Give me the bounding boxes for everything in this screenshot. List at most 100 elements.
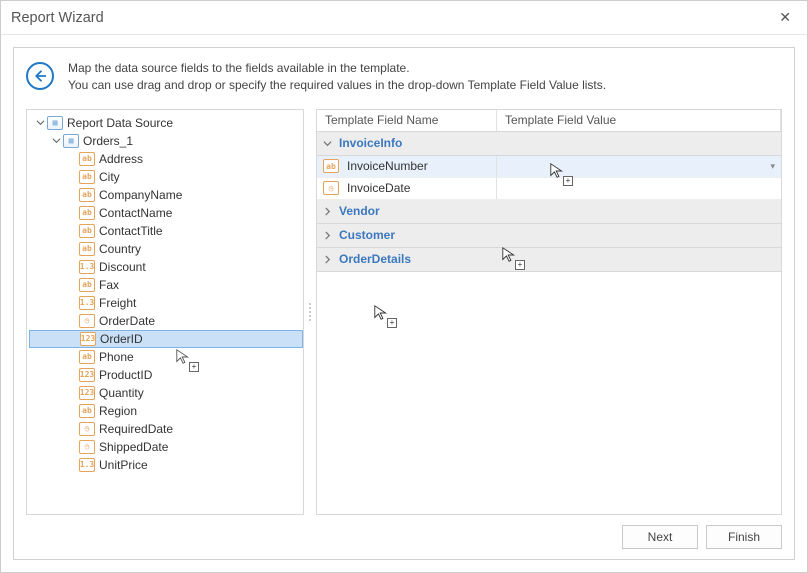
tree-field-row[interactable]: ab City: [29, 168, 303, 186]
grid-header-name[interactable]: Template Field Name: [317, 110, 497, 131]
chevron-right-icon: [323, 255, 333, 264]
number-icon: 123: [80, 332, 96, 346]
tree-field-row[interactable]: 1.3 Freight: [29, 294, 303, 312]
panels: ▦ Report Data Source ▦ Orders_1 ab Addres…: [26, 109, 782, 515]
wizard-window: Report Wizard ✕ Map the data source fiel…: [0, 0, 808, 573]
grid-body: InvoiceInfoab InvoiceNumber ▾ ◷ InvoiceDate V…: [317, 132, 781, 514]
text-icon: ab: [79, 224, 95, 238]
tree-field-label: Discount: [99, 260, 146, 274]
tree-field-row[interactable]: ab CompanyName: [29, 186, 303, 204]
tree-root-row[interactable]: ▦ Report Data Source: [29, 114, 303, 132]
tree-field-row[interactable]: ab Address: [29, 150, 303, 168]
chevron-right-icon: [323, 231, 333, 240]
tree-field-row[interactable]: ab Country: [29, 240, 303, 258]
tree-field-label: City: [99, 170, 120, 184]
tree-field-row[interactable]: 1.3 Discount: [29, 258, 303, 276]
date-icon: ◷: [79, 440, 95, 454]
text-icon: ab: [79, 188, 95, 202]
dropdown-arrow-icon: ▾: [770, 161, 775, 172]
expand-toggle[interactable]: [33, 118, 47, 127]
table-icon: ▦: [47, 116, 63, 130]
tree-field-label: RequiredDate: [99, 422, 173, 436]
back-button[interactable]: [26, 62, 54, 90]
close-icon[interactable]: ✕: [773, 5, 797, 30]
tree-field-label: CompanyName: [99, 188, 182, 202]
date-icon: ◷: [323, 181, 339, 195]
number-icon: 1.3: [79, 458, 95, 472]
window-title: Report Wizard: [11, 10, 104, 26]
group-label: InvoiceInfo: [339, 136, 402, 150]
source-tree-panel[interactable]: ▦ Report Data Source ▦ Orders_1 ab Addres…: [26, 109, 304, 515]
group-row[interactable]: Vendor: [317, 200, 781, 224]
group-row[interactable]: OrderDetails: [317, 248, 781, 272]
tree-field-label: Country: [99, 242, 141, 256]
number-icon: 123: [79, 368, 95, 382]
content: Map the data source fields to the fields…: [1, 35, 807, 572]
tree-field-row[interactable]: abRegion: [29, 402, 303, 420]
table-icon: ▦: [63, 134, 79, 148]
group-label: Customer: [339, 228, 395, 242]
splitter-grip-icon: [309, 303, 311, 321]
finish-button[interactable]: Finish: [706, 525, 782, 549]
tree-field-label: Freight: [99, 296, 136, 310]
template-field-name-cell: ab InvoiceNumber: [317, 156, 497, 177]
tree-field-row[interactable]: 123OrderID: [29, 330, 303, 348]
text-icon: ab: [79, 152, 95, 166]
template-field-row[interactable]: ◷ InvoiceDate: [317, 178, 781, 200]
chevron-down-icon: [323, 139, 333, 148]
chevron-right-icon: [323, 207, 333, 216]
number-icon: 1.3: [79, 296, 95, 310]
template-field-value-cell[interactable]: ▾: [497, 156, 781, 177]
text-icon: ab: [323, 159, 339, 173]
text-icon: ab: [79, 350, 95, 364]
drag-cursor-icon: [373, 304, 391, 325]
tree-field-row[interactable]: ab Phone: [29, 348, 303, 366]
tree-field-label: Quantity: [99, 386, 144, 400]
tree-field-label: ContactName: [99, 206, 172, 220]
tree-field-row[interactable]: abContactName: [29, 204, 303, 222]
template-field-label: InvoiceNumber: [347, 159, 428, 173]
intro-line-2: You can use drag and drop or specify the…: [68, 77, 606, 94]
tree-field-row[interactable]: 123 ProductID: [29, 366, 303, 384]
text-icon: ab: [79, 404, 95, 418]
number-icon: 1.3: [79, 260, 95, 274]
group-row[interactable]: InvoiceInfo: [317, 132, 781, 156]
drag-plus-icon: +: [387, 318, 397, 328]
footer: Next Finish: [26, 515, 782, 549]
template-field-value-cell[interactable]: [497, 178, 781, 199]
intro-text: Map the data source fields to the fields…: [68, 60, 606, 95]
tree-field-label: Address: [99, 152, 143, 166]
tree-field-row[interactable]: 123Quantity: [29, 384, 303, 402]
source-tree: ▦ Report Data Source ▦ Orders_1 ab Addres…: [27, 114, 303, 474]
tree-field-row[interactable]: abFax: [29, 276, 303, 294]
expand-toggle[interactable]: [49, 136, 63, 145]
splitter[interactable]: [304, 109, 316, 515]
tree-field-label: ProductID: [99, 368, 152, 382]
template-field-name-cell: ◷ InvoiceDate: [317, 178, 497, 199]
tree-field-row[interactable]: ◷ ShippedDate: [29, 438, 303, 456]
tree-field-row[interactable]: ◷RequiredDate: [29, 420, 303, 438]
tree-root-label: Report Data Source: [67, 116, 173, 130]
text-icon: ab: [79, 278, 95, 292]
tree-field-row[interactable]: ◷ OrderDate: [29, 312, 303, 330]
titlebar: Report Wizard ✕: [1, 1, 807, 35]
next-button[interactable]: Next: [622, 525, 698, 549]
tree-field-label: Phone: [99, 350, 134, 364]
template-grid-panel: Template Field Name Template Field Value…: [316, 109, 782, 515]
text-icon: ab: [79, 170, 95, 184]
tree-field-label: OrderDate: [99, 314, 155, 328]
arrow-left-icon: [31, 67, 49, 85]
grid-header: Template Field Name Template Field Value: [317, 110, 781, 132]
group-row[interactable]: Customer: [317, 224, 781, 248]
text-icon: ab: [79, 242, 95, 256]
tree-dataset-label: Orders_1: [83, 134, 133, 148]
tree-field-label: ShippedDate: [99, 440, 168, 454]
tree-field-row[interactable]: 1.3UnitPrice: [29, 456, 303, 474]
template-field-label: InvoiceDate: [347, 181, 410, 195]
template-field-row[interactable]: ab InvoiceNumber ▾: [317, 156, 781, 178]
grid-header-value[interactable]: Template Field Value: [497, 110, 781, 131]
tree-dataset-row[interactable]: ▦ Orders_1: [29, 132, 303, 150]
tree-field-row[interactable]: abContactTitle: [29, 222, 303, 240]
intro: Map the data source fields to the fields…: [26, 60, 782, 95]
date-icon: ◷: [79, 314, 95, 328]
